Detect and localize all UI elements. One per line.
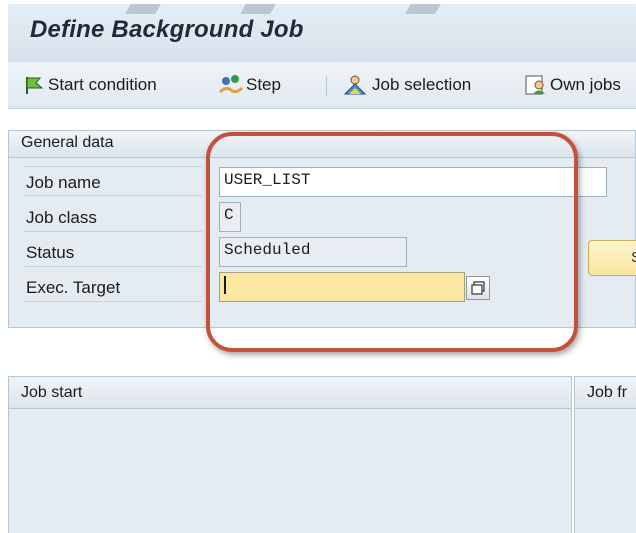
start-condition-label: Start condition <box>48 75 157 94</box>
step-icon <box>218 75 244 94</box>
job-class-input[interactable]: C <box>219 202 241 232</box>
job-start-panel: Job start <box>8 376 572 533</box>
step-button[interactable]: Step <box>218 72 281 98</box>
title-bar: Define Background Job <box>8 4 636 62</box>
exec-target-label: Exec. Target <box>24 272 202 302</box>
value-help-icon <box>471 281 485 295</box>
status-field: Scheduled <box>219 237 407 267</box>
own-jobs-icon <box>525 75 545 95</box>
job-selection-button[interactable]: Job selection <box>342 72 471 98</box>
start-condition-button[interactable]: Start condition <box>24 72 157 98</box>
job-selection-icon <box>343 75 367 95</box>
job-frequency-header: Job fr <box>575 377 636 409</box>
status-label: Status <box>24 237 202 267</box>
start-condition-flag-icon <box>26 77 44 94</box>
general-data-title: General data <box>21 134 114 151</box>
spool-list-recipient-button[interactable]: S <box>588 240 636 276</box>
text-cursor <box>224 276 226 294</box>
job-class-label: Job class <box>24 202 202 232</box>
job-frequency-title: Job fr <box>587 384 628 401</box>
own-jobs-button[interactable]: Own jobs <box>524 72 621 98</box>
title-decoration <box>125 4 161 14</box>
job-frequency-panel: Job fr <box>574 376 636 533</box>
own-jobs-label: Own jobs <box>550 75 621 94</box>
job-start-header: Job start <box>9 377 571 409</box>
title-decoration <box>405 4 441 14</box>
job-selection-label: Job selection <box>372 75 472 94</box>
application-toolbar: Start condition Step Job selection Own j… <box>8 62 636 109</box>
title-decoration <box>240 4 276 14</box>
job-start-title: Job start <box>21 384 83 401</box>
sap-define-background-job-screen: Define Background Job Start condition St… <box>0 0 636 533</box>
exec-target-input[interactable] <box>219 272 465 302</box>
exec-target-value-help-button[interactable] <box>466 276 490 300</box>
toolbar-separator <box>326 76 327 96</box>
page-title: Define Background Job <box>30 16 304 43</box>
general-data-header: General data <box>9 131 635 158</box>
job-name-input[interactable]: USER_LIST <box>219 167 607 197</box>
job-name-label: Job name <box>24 166 202 196</box>
step-label: Step <box>246 75 281 94</box>
